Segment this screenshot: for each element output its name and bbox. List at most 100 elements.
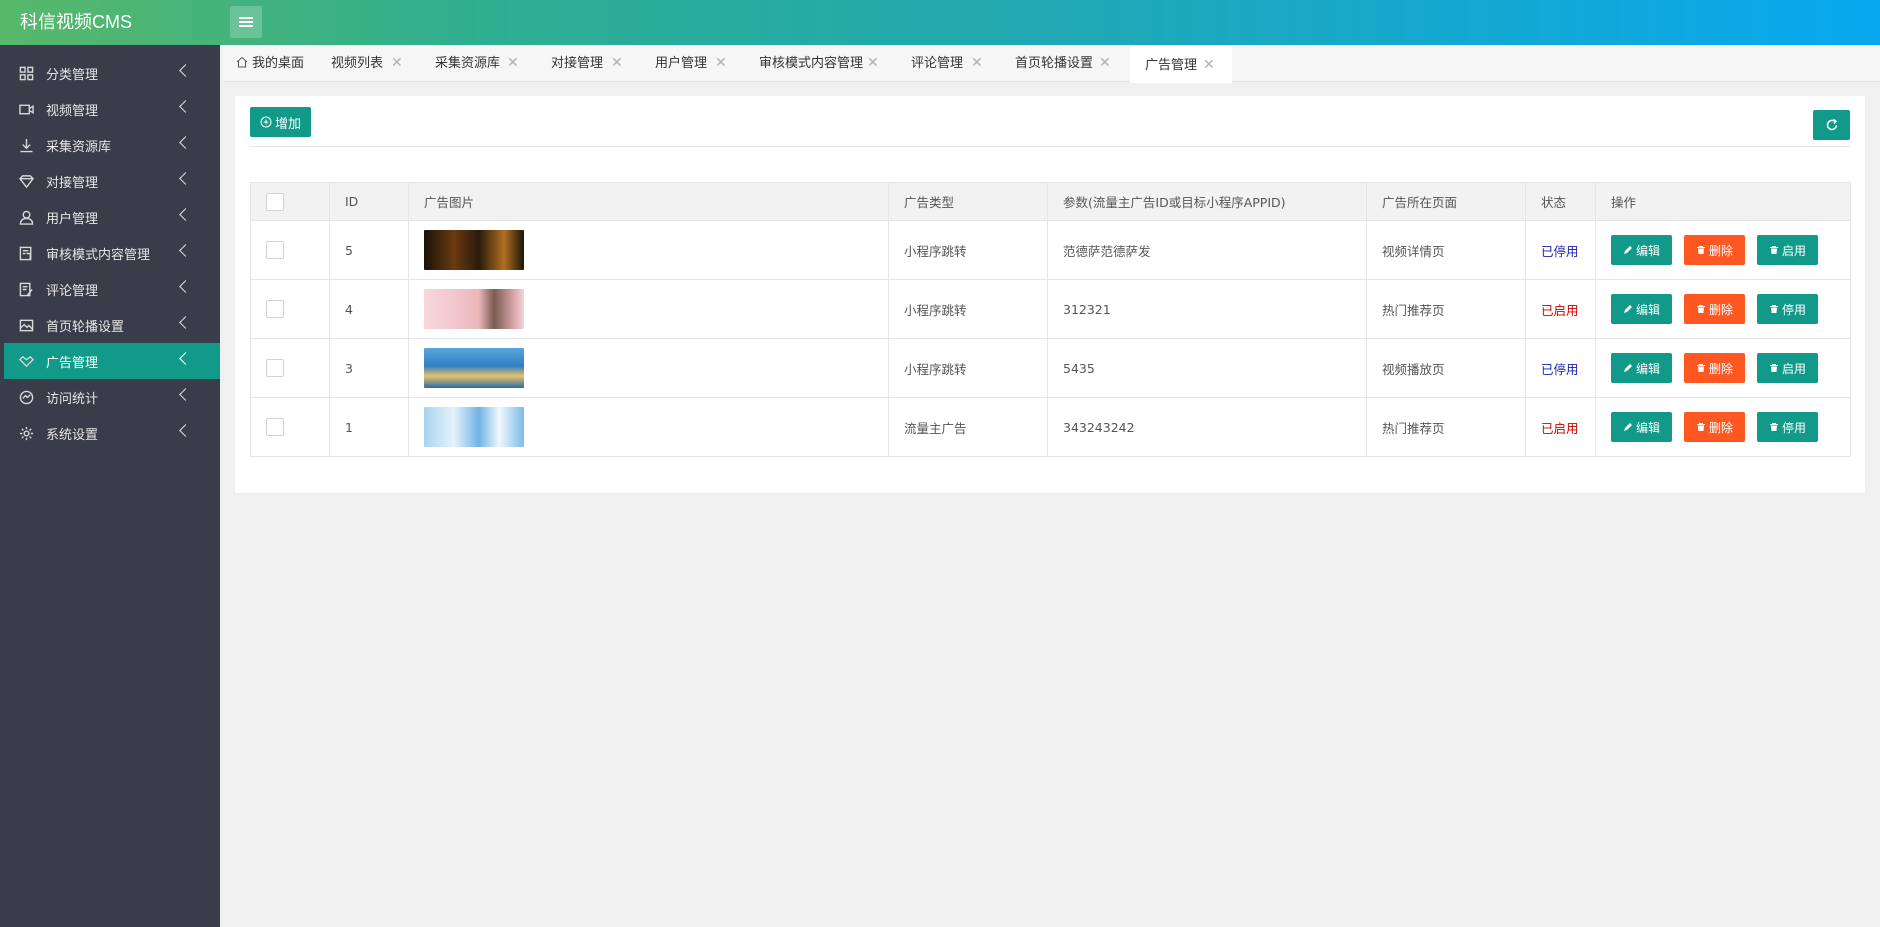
toggle-button[interactable]: 停用 xyxy=(1757,294,1818,324)
cell-type: 小程序跳转 xyxy=(888,338,1048,398)
sidebar-item-ads[interactable]: 广告管理 xyxy=(4,343,220,379)
user-icon xyxy=(18,209,34,225)
cell-type: 流量主广告 xyxy=(888,397,1048,457)
cell-page: 视频播放页 xyxy=(1366,338,1526,398)
trash-icon xyxy=(1769,305,1778,313)
chevron-left-icon xyxy=(179,100,192,113)
delete-label: 删除 xyxy=(1708,361,1733,376)
sidebar-item-collect[interactable]: 采集资源库 xyxy=(0,127,220,163)
trash-icon xyxy=(1696,423,1705,431)
ad-thumbnail xyxy=(424,230,524,270)
tab-video-list[interactable]: 视频列表 ✕ xyxy=(331,45,403,82)
tab-users[interactable]: 用户管理 ✕ xyxy=(655,45,727,82)
download-icon xyxy=(18,137,34,153)
refresh-button[interactable] xyxy=(1813,110,1850,140)
tab-carousel[interactable]: 首页轮播设置 ✕ xyxy=(1015,45,1111,82)
row-checkbox[interactable] xyxy=(266,300,284,318)
status-badge: 已启用 xyxy=(1525,279,1596,339)
toggle-label: 启用 xyxy=(1781,243,1806,258)
close-icon[interactable]: ✕ xyxy=(507,45,519,82)
chevron-left-icon xyxy=(179,280,192,293)
sidebar-item-carousel[interactable]: 首页轮播设置 xyxy=(0,307,220,343)
table-header-row: ID 广告图片 广告类型 参数(流量主广告ID或目标小程序APPID) 广告所在… xyxy=(250,182,1851,221)
refresh-icon xyxy=(1826,118,1837,131)
add-button-label: 增加 xyxy=(274,116,301,132)
delete-button[interactable]: 删除 xyxy=(1684,353,1745,383)
close-icon[interactable]: ✕ xyxy=(1099,45,1111,82)
divider xyxy=(250,146,1850,147)
sidebar-item-label: 首页轮播设置 xyxy=(46,319,125,335)
close-icon[interactable]: ✕ xyxy=(971,45,983,82)
row-checkbox[interactable] xyxy=(266,241,284,259)
row-checkbox[interactable] xyxy=(266,359,284,377)
toggle-label: 启用 xyxy=(1781,361,1806,376)
ad-thumbnail xyxy=(424,289,524,329)
pencil-icon xyxy=(1623,364,1632,372)
sidebar-item-stats[interactable]: 访问统计 xyxy=(0,379,220,415)
row-checkbox[interactable] xyxy=(266,418,284,436)
cell-type: 小程序跳转 xyxy=(888,220,1048,280)
toggle-label: 停用 xyxy=(1781,420,1806,435)
app-title: 科信视频CMS xyxy=(20,12,132,32)
sidebar-item-video[interactable]: 视频管理 xyxy=(0,91,220,127)
column-header: 参数(流量主广告ID或目标小程序APPID) xyxy=(1047,182,1367,221)
tab-bar: 我的桌面 视频列表 ✕ 采集资源库 ✕ 对接管理 ✕ 用户管理 ✕ 审核模式内容管理 ✕ … xyxy=(223,45,1880,83)
pencil-icon xyxy=(1623,423,1632,431)
sidebar-item-review-content[interactable]: 审核模式内容管理 xyxy=(0,235,220,271)
toggle-button[interactable]: 停用 xyxy=(1757,412,1818,442)
sidebar-item-label: 采集资源库 xyxy=(46,139,112,155)
table-row: 4 小程序跳转 312321 热门推荐页 已启用 编辑 删除 停用 xyxy=(250,279,1851,339)
sidebar-item-label: 系统设置 xyxy=(46,427,99,443)
sidebar-item-settings[interactable]: 系统设置 xyxy=(0,415,220,451)
hamburger-icon xyxy=(239,21,253,23)
tab-desktop[interactable]: 我的桌面 xyxy=(236,45,304,82)
video-icon xyxy=(18,101,34,117)
handshake-icon xyxy=(18,353,34,369)
delete-button[interactable]: 删除 xyxy=(1684,412,1745,442)
close-icon[interactable]: ✕ xyxy=(611,45,623,82)
cell-id: 3 xyxy=(329,338,409,398)
add-button[interactable]: 增加 xyxy=(250,107,311,137)
trash-icon xyxy=(1769,423,1778,431)
delete-label: 删除 xyxy=(1708,243,1733,258)
status-badge: 已停用 xyxy=(1525,338,1596,398)
select-all-checkbox[interactable] xyxy=(266,192,284,211)
tab-label: 广告管理 xyxy=(1145,58,1198,73)
sidebar-item-docking[interactable]: 对接管理 xyxy=(0,163,220,199)
tab-docking[interactable]: 对接管理 ✕ xyxy=(551,45,623,82)
sidebar-item-comments[interactable]: 评论管理 xyxy=(0,271,220,307)
tab-ads[interactable]: 广告管理 ✕ xyxy=(1130,45,1232,83)
close-icon[interactable]: ✕ xyxy=(1203,47,1215,84)
edit-button[interactable]: 编辑 xyxy=(1611,294,1672,324)
grid-icon xyxy=(18,65,34,81)
delete-label: 删除 xyxy=(1708,420,1733,435)
sidebar-item-users[interactable]: 用户管理 xyxy=(0,199,220,235)
column-header: 操作 xyxy=(1595,182,1851,221)
edit-label: 编辑 xyxy=(1635,302,1660,317)
menu-toggle-button[interactable] xyxy=(230,6,262,38)
close-icon[interactable]: ✕ xyxy=(715,45,727,82)
tab-collect[interactable]: 采集资源库 ✕ xyxy=(435,45,519,82)
delete-button[interactable]: 删除 xyxy=(1684,235,1745,265)
sidebar-item-label: 访问统计 xyxy=(46,391,99,407)
document-icon xyxy=(18,245,34,261)
toggle-button[interactable]: 启用 xyxy=(1757,353,1818,383)
edit-button[interactable]: 编辑 xyxy=(1611,412,1672,442)
cell-page: 热门推荐页 xyxy=(1366,397,1526,457)
toggle-button[interactable]: 启用 xyxy=(1757,235,1818,265)
gear-icon xyxy=(18,425,34,441)
edit-button[interactable]: 编辑 xyxy=(1611,235,1672,265)
chevron-left-icon xyxy=(179,136,192,149)
close-icon[interactable]: ✕ xyxy=(867,45,879,82)
pencil-icon xyxy=(1623,305,1632,313)
delete-button[interactable]: 删除 xyxy=(1684,294,1745,324)
tab-review-content[interactable]: 审核模式内容管理 ✕ xyxy=(759,45,879,82)
edit-button[interactable]: 编辑 xyxy=(1611,353,1672,383)
tab-comments[interactable]: 评论管理 ✕ xyxy=(911,45,983,82)
edit-icon xyxy=(18,281,34,297)
chevron-left-icon xyxy=(179,244,192,257)
edit-label: 编辑 xyxy=(1635,243,1660,258)
sidebar-item-label: 评论管理 xyxy=(46,283,99,299)
close-icon[interactable]: ✕ xyxy=(391,45,403,82)
sidebar-item-category[interactable]: 分类管理 xyxy=(0,55,220,91)
